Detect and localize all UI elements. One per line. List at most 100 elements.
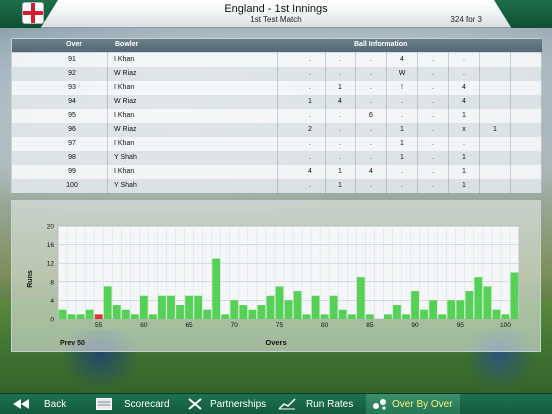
bar-over-63 <box>167 295 175 319</box>
header-bowler: Bowler <box>115 41 139 48</box>
bar-over-74 <box>266 295 275 319</box>
prev-50-label[interactable]: Prev 50 <box>60 340 85 347</box>
ball-result: 1 <box>462 182 466 189</box>
over-table: Over Bowler Ball Information 91 I Khan...… <box>11 38 542 194</box>
bowler-name: I Khan <box>114 112 135 119</box>
bowler-name: Y Shah <box>114 154 137 161</box>
ball-result: . <box>463 70 465 77</box>
column-divider <box>325 52 326 194</box>
bar-over-70 <box>230 300 239 319</box>
run-rates-label: Run Rates <box>306 399 354 410</box>
column-divider <box>510 52 511 194</box>
ball-result: . <box>463 56 465 63</box>
bar-over-73 <box>257 305 266 319</box>
ball-result: . <box>370 140 372 147</box>
partnerships-button[interactable]: Partnerships <box>186 394 272 414</box>
column-divider <box>355 52 356 194</box>
back-button[interactable]: Back <box>8 394 80 414</box>
bar-over-90 <box>411 291 419 319</box>
ball-result: . <box>339 126 341 133</box>
ball-result: . <box>370 98 372 105</box>
bar-over-97 <box>474 277 483 319</box>
ball-result: 1 <box>308 98 312 105</box>
back-label: Back <box>44 399 67 410</box>
column-divider <box>107 52 108 194</box>
bar-over-96 <box>465 291 474 319</box>
ball-result: 4 <box>369 168 373 175</box>
column-divider <box>479 52 480 194</box>
ball-result: . <box>432 70 434 77</box>
ball-result: 1 <box>338 182 342 189</box>
run-rates-button[interactable]: Run Rates <box>276 394 360 414</box>
x-tick-label: 55 <box>95 322 103 329</box>
ball-result: . <box>432 140 434 147</box>
bar-over-51 <box>58 309 67 319</box>
ball-result: 1 <box>400 154 404 161</box>
bar-over-101 <box>510 272 519 319</box>
ball-result: . <box>432 56 434 63</box>
ball-result: 4 <box>308 168 312 175</box>
x-axis-label: Overs <box>265 338 286 347</box>
over-number: 92 <box>68 70 76 77</box>
ball-result: . <box>401 182 403 189</box>
header-bar: England - 1st Innings 1st Test Match 324… <box>0 0 552 28</box>
x-tick-label: 80 <box>321 322 329 329</box>
ball-result: . <box>370 84 372 91</box>
bar-over-77 <box>293 291 302 319</box>
over-by-over-label: Over By Over <box>392 399 453 410</box>
y-tick-label: 16 <box>47 242 55 249</box>
bar-over-55 <box>94 314 103 319</box>
bowler-name: W Riaz <box>114 126 137 133</box>
ball-result: . <box>309 56 311 63</box>
y-tick-label: 4 <box>50 298 54 305</box>
ball-result: . <box>432 126 434 133</box>
column-divider <box>277 52 278 194</box>
cricket-balls-icon <box>372 398 388 413</box>
bar-over-78 <box>302 314 311 319</box>
scorecard-label: Scorecard <box>124 399 170 410</box>
over-by-over-button[interactable]: Over By Over <box>366 394 460 414</box>
bowler-name: W Riaz <box>114 70 137 77</box>
column-divider <box>448 52 449 194</box>
x-tick-label: 75 <box>276 322 284 329</box>
bowler-name: I Khan <box>114 168 135 175</box>
ball-result: 1 <box>338 84 342 91</box>
bar-over-59 <box>130 314 139 319</box>
over-chart: 0 4 8 12 16 20 55 60 65 70 75 80 85 90 95 100 Runs Overs P… <box>11 200 541 352</box>
bowler-name: I Khan <box>114 84 135 91</box>
bowler-name: I Khan <box>114 140 135 147</box>
ball-result: . <box>309 182 311 189</box>
bar-over-99 <box>492 309 501 319</box>
scorecard-icon <box>96 398 112 413</box>
over-number: 98 <box>68 154 76 161</box>
ball-result: . <box>401 98 403 105</box>
ball-result: . <box>401 112 403 119</box>
bar-over-58 <box>121 309 130 319</box>
ball-result: 1 <box>462 154 466 161</box>
bar-over-71 <box>239 305 248 319</box>
bar-over-72 <box>248 309 257 319</box>
bar-over-89 <box>402 314 410 319</box>
bar-over-93 <box>438 314 447 319</box>
ball-result: . <box>309 140 311 147</box>
bar-over-61 <box>148 314 157 319</box>
ball-result: . <box>432 154 434 161</box>
bar-over-85 <box>365 314 374 319</box>
ball-result: . <box>370 182 372 189</box>
ball-result: . <box>370 56 372 63</box>
bar-over-95 <box>456 300 465 319</box>
scorecard-button[interactable]: Scorecard <box>92 394 182 414</box>
ball-result: . <box>309 154 311 161</box>
column-divider <box>541 52 542 194</box>
bar-over-84 <box>356 277 365 319</box>
ball-result: . <box>432 182 434 189</box>
bar-over-79 <box>311 295 320 319</box>
ball-result: . <box>339 70 341 77</box>
over-number: 95 <box>68 112 76 119</box>
bar-over-64 <box>176 305 184 319</box>
x-tick-label: 85 <box>366 322 374 329</box>
ball-result: x <box>462 126 466 133</box>
bar-over-68 <box>212 258 221 319</box>
ball-result: . <box>309 112 311 119</box>
ball-result: 1 <box>400 140 404 147</box>
